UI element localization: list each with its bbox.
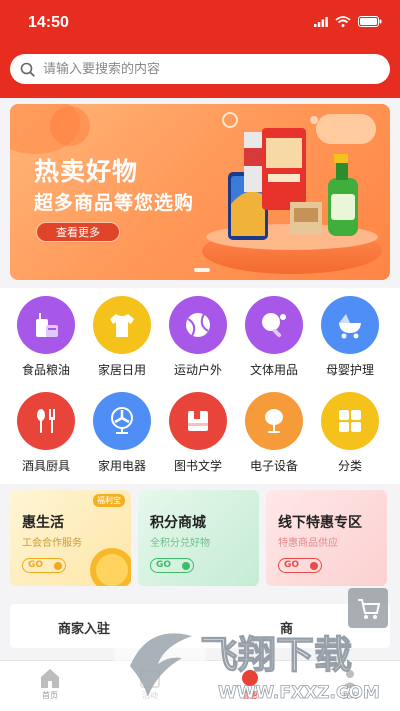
watermark-text: 飞翔下载 [200, 633, 352, 677]
go-label: GO [28, 560, 44, 570]
watermark-logo: 飞翔下载 WWW.FXXZ.COM [114, 614, 380, 706]
status-time: 14:50 [28, 14, 69, 31]
category-books[interactable]: 图书文学 [160, 392, 236, 474]
category-sports[interactable]: 运动户外 [160, 296, 236, 378]
book-icon [169, 392, 227, 450]
go-button[interactable]: GO [22, 558, 66, 573]
promo-title: 线下特惠专区 [278, 515, 362, 531]
banner-subtitle: 超多商品等您选购 [34, 192, 195, 214]
go-dot [182, 562, 190, 570]
coin-icon [90, 548, 131, 586]
watermark-url: WWW.FXXZ.COM [218, 683, 380, 703]
promo-card-life[interactable]: 福利宝 惠生活 工会合作服务 GO [10, 490, 131, 586]
promo-title: 惠生活 [22, 515, 64, 531]
app-header: 14:50 [0, 0, 400, 98]
category-label: 分类 [337, 459, 362, 473]
search-icon [20, 62, 35, 77]
utensils-icon [17, 392, 75, 450]
category-food[interactable]: 食品粮油 [8, 296, 84, 378]
go-dot [310, 562, 318, 570]
banner-decor [50, 106, 90, 146]
tennis-ball-icon [169, 296, 227, 354]
category-kitchen[interactable]: 酒具厨具 [8, 392, 84, 474]
ping-pong-icon [245, 296, 303, 354]
category-grid: 食品粮油 家居日用 运动户外 文体用品 母婴护理 酒具厨具 家用电器 图书文学 … [0, 288, 400, 484]
promo-title: 积分商城 [150, 515, 206, 531]
fan-icon [93, 392, 151, 450]
battery-icon [358, 16, 382, 27]
search-bar[interactable] [10, 54, 390, 84]
go-button[interactable]: GO [150, 558, 194, 573]
category-appliances[interactable]: 家用电器 [84, 392, 160, 474]
go-label: GO [156, 560, 172, 570]
category-baby[interactable]: 母婴护理 [312, 296, 388, 378]
category-label: 酒具厨具 [21, 459, 70, 473]
food-icon [17, 296, 75, 354]
category-label: 文体用品 [249, 363, 298, 377]
status-icons [314, 16, 382, 27]
status-bar: 14:50 [0, 0, 400, 44]
banner-products-image [228, 128, 358, 240]
category-label: 食品粮油 [21, 363, 70, 377]
category-label: 图书文学 [173, 459, 222, 473]
grid-icon [321, 392, 379, 450]
category-label: 母婴护理 [325, 363, 374, 377]
mirror-icon [245, 392, 303, 450]
signal-icon [314, 16, 328, 27]
merchant-label: 商家入驻 [58, 622, 111, 637]
category-stationery[interactable]: 文体用品 [236, 296, 312, 378]
category-home[interactable]: 家居日用 [84, 296, 160, 378]
banner-pager-indicator [194, 268, 210, 272]
category-label: 电子设备 [249, 459, 298, 473]
home-icon [41, 669, 59, 688]
category-label: 家用电器 [97, 459, 146, 473]
promo-card-points[interactable]: 积分商城 全积分兑好物 GO [138, 490, 259, 586]
promo-subtitle: 特惠商品供应 [278, 538, 338, 549]
category-label: 家居日用 [97, 363, 146, 377]
banner-decor [310, 116, 318, 124]
promo-subtitle: 全积分兑好物 [150, 538, 210, 549]
tshirt-icon [93, 296, 151, 354]
view-more-button[interactable]: 查看更多 [36, 222, 120, 242]
tab-home[interactable]: 首页 [0, 661, 100, 711]
stroller-icon [321, 296, 379, 354]
banner-title: 热卖好物 [34, 157, 139, 186]
promo-badge: 福利宝 [93, 494, 125, 507]
go-button[interactable]: GO [278, 558, 322, 573]
promo-card-offline[interactable]: 线下特惠专区 特惠商品供应 GO [266, 490, 387, 586]
site-watermark: 飞翔下载 WWW.FXXZ.COM [108, 606, 400, 711]
category-label: 运动户外 [173, 363, 222, 377]
category-electronics[interactable]: 电子设备 [236, 392, 312, 474]
promo-banner[interactable]: 热卖好物 超多商品等您选购 查看更多 [10, 104, 390, 280]
go-label: GO [284, 560, 300, 570]
go-dot [54, 562, 62, 570]
category-all[interactable]: 分类 [312, 392, 388, 474]
search-input[interactable] [43, 61, 363, 77]
promo-subtitle: 工会合作服务 [22, 538, 82, 549]
tab-label: 首页 [42, 691, 58, 700]
wifi-icon [335, 16, 351, 27]
